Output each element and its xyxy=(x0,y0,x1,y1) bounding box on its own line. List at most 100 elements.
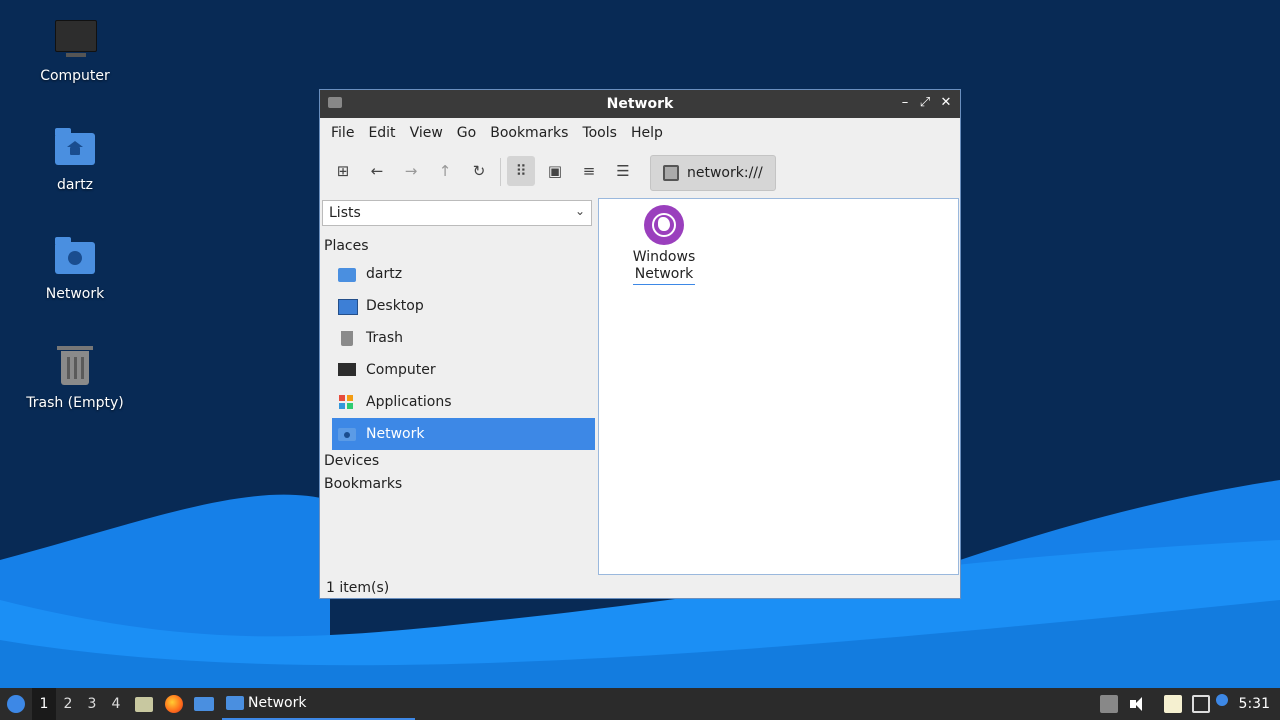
applications-icon xyxy=(338,394,356,410)
sidebar-item-network[interactable]: Network xyxy=(332,418,595,450)
compact-view-button[interactable]: ≡ xyxy=(575,156,603,186)
computer-icon xyxy=(338,362,356,378)
up-button[interactable]: ↑ xyxy=(431,156,459,186)
computer-icon xyxy=(53,18,97,62)
file-item-label: Windows Network xyxy=(632,249,696,285)
image-icon: ▣ xyxy=(547,162,563,180)
desktop-icon-label: Trash (Empty) xyxy=(26,395,124,411)
grid-icon: ⠿ xyxy=(515,162,527,180)
detailed-list-icon: ☰ xyxy=(616,162,630,180)
sidebar-item-label: Desktop xyxy=(366,298,424,314)
firefox-icon xyxy=(165,695,183,713)
reload-icon: ↻ xyxy=(472,162,486,180)
sidebar-item-trash[interactable]: Trash xyxy=(332,322,595,354)
menu-go[interactable]: Go xyxy=(450,125,483,141)
workspace-4[interactable]: 4 xyxy=(104,688,128,720)
sidebar-item-dartz[interactable]: dartz xyxy=(332,258,595,290)
folder-icon xyxy=(226,696,244,710)
sidebar-item-computer[interactable]: Computer xyxy=(332,354,595,386)
workspace-2[interactable]: 2 xyxy=(56,688,80,720)
sidebar-item-label: Trash xyxy=(366,330,403,346)
bookmarks-header[interactable]: Bookmarks xyxy=(324,476,402,492)
location-bar[interactable]: network:/// xyxy=(650,155,776,191)
network-icon xyxy=(338,426,356,442)
side-pane: Lists ⌄ Places dartz Desktop Trash Compu… xyxy=(320,198,596,578)
toolbar: ⊞ ← → ↑ ↻ ⠿ ▣ ≡ ☰ network:/// xyxy=(320,148,960,192)
network-status-icon[interactable] xyxy=(1192,695,1210,713)
new-window-button[interactable]: ⊞ xyxy=(329,156,357,186)
desktop-icon-computer[interactable]: Computer xyxy=(20,18,130,84)
desktop-icon-network[interactable]: Network xyxy=(20,236,130,302)
icon-view-button[interactable]: ⠿ xyxy=(507,156,535,186)
windows-network-icon xyxy=(644,205,684,245)
desktop-icon-trash[interactable]: Trash (Empty) xyxy=(20,345,130,411)
new-window-icon: ⊞ xyxy=(336,162,350,180)
side-pane-selector[interactable]: Lists ⌄ xyxy=(322,200,592,226)
sidebar-item-label: Applications xyxy=(366,394,452,410)
trash-icon xyxy=(53,345,97,389)
arrow-up-icon: ↑ xyxy=(438,162,452,180)
sidebar-item-label: Network xyxy=(366,426,425,442)
sidebar-item-applications[interactable]: Applications xyxy=(332,386,595,418)
volume-icon[interactable] xyxy=(1128,695,1146,713)
file-manager-icon xyxy=(135,696,153,712)
detailed-view-button[interactable]: ☰ xyxy=(609,156,637,186)
workspace-3[interactable]: 3 xyxy=(80,688,104,720)
close-button[interactable]: ✕ xyxy=(937,94,955,112)
menu-tools[interactable]: Tools xyxy=(575,125,624,141)
launcher-show-desktop[interactable] xyxy=(192,688,216,720)
clock[interactable]: 5:31 xyxy=(1239,696,1270,712)
workspace-1[interactable]: 1 xyxy=(32,688,56,720)
sidebar-item-label: dartz xyxy=(366,266,403,282)
window-titlebar[interactable]: Network – ⤢ ✕ xyxy=(320,90,960,118)
launcher-file-manager[interactable] xyxy=(132,688,156,720)
menu-bookmarks[interactable]: Bookmarks xyxy=(483,125,575,141)
app-menu-button[interactable] xyxy=(4,688,28,720)
minimize-button[interactable]: – xyxy=(896,94,914,112)
clipboard-icon[interactable] xyxy=(1164,695,1182,713)
status-bar: 1 item(s) xyxy=(326,580,390,596)
menu-edit[interactable]: Edit xyxy=(361,125,402,141)
file-manager-window: Network – ⤢ ✕ File Edit View Go Bookmark… xyxy=(319,89,961,599)
desktop-icon xyxy=(194,697,214,711)
back-button[interactable]: ← xyxy=(363,156,391,186)
app-menu-icon xyxy=(7,695,25,713)
menu-help[interactable]: Help xyxy=(624,125,670,141)
taskbar-task-label: Network xyxy=(248,695,307,711)
forward-button[interactable]: → xyxy=(397,156,425,186)
reload-button[interactable]: ↻ xyxy=(465,156,493,186)
desktop-icon-dartz[interactable]: dartz xyxy=(20,127,130,193)
taskbar: 1 2 3 4 Network 5:31 xyxy=(0,688,1280,720)
file-item-windows-network[interactable]: Windows Network xyxy=(619,205,709,285)
maximize-button[interactable]: ⤢ xyxy=(916,94,934,112)
arrow-left-icon: ← xyxy=(370,162,384,180)
desktop-icon xyxy=(338,298,358,315)
eject-icon[interactable] xyxy=(1100,695,1118,713)
chevron-down-icon: ⌄ xyxy=(574,204,585,218)
list-icon: ≡ xyxy=(582,162,596,180)
menu-view[interactable]: View xyxy=(403,125,450,141)
home-folder-icon xyxy=(53,127,97,171)
launcher-firefox[interactable] xyxy=(162,688,186,720)
location-icon xyxy=(663,165,679,181)
file-view[interactable]: Windows Network xyxy=(598,198,959,575)
desktop-icon-label: Computer xyxy=(40,68,110,84)
sidebar-item-desktop[interactable]: Desktop xyxy=(332,290,595,322)
home-folder-icon xyxy=(338,266,356,282)
network-folder-icon xyxy=(53,236,97,280)
menu-file[interactable]: File xyxy=(324,125,361,141)
places-header[interactable]: Places xyxy=(324,238,369,254)
devices-header[interactable]: Devices xyxy=(324,453,379,469)
sidebar-item-label: Computer xyxy=(366,362,436,378)
trash-icon xyxy=(338,330,356,346)
thumbnail-view-button[interactable]: ▣ xyxy=(541,156,569,186)
menubar: File Edit View Go Bookmarks Tools Help xyxy=(320,118,960,148)
arrow-right-icon: → xyxy=(404,162,418,180)
notification-icon[interactable] xyxy=(1216,694,1228,706)
window-title: Network xyxy=(606,96,674,112)
location-path: network:/// xyxy=(687,165,763,181)
toolbar-separator xyxy=(500,158,501,186)
side-pane-selector-value: Lists xyxy=(329,205,361,221)
taskbar-task-network[interactable]: Network xyxy=(222,688,415,720)
desktop-icon-label: dartz xyxy=(56,177,94,193)
